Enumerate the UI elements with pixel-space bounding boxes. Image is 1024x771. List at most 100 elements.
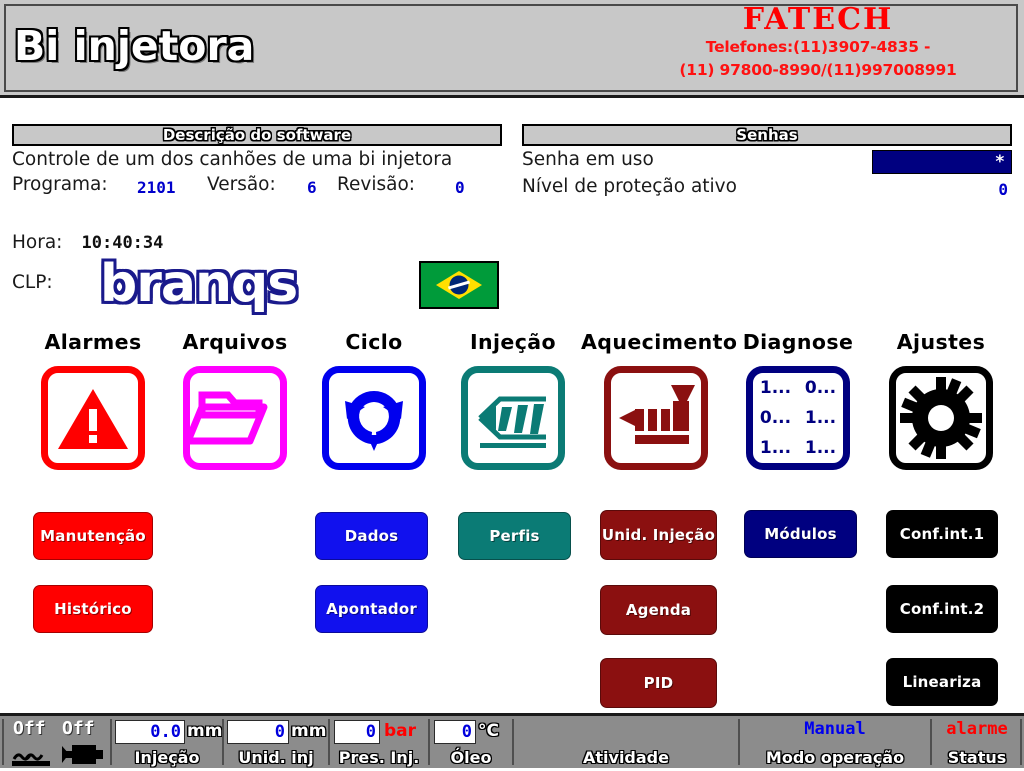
software-description-panel: Descrição do software Controle de um dos… xyxy=(12,124,502,200)
protection-level-label: Nível de proteção ativo xyxy=(522,176,737,197)
status-bar: Off Off 0.0 mm Injeção 0 mm Unid. inj 0 … xyxy=(0,713,1024,768)
button-lineariza[interactable]: Lineariza xyxy=(886,658,998,706)
menu-title-alarmes: Alarmes xyxy=(44,330,142,354)
passwords-panel-header: Senhas xyxy=(522,124,1012,146)
button-label: PID xyxy=(643,674,674,692)
brand-phone-line-1: Telefones:(11)3907-4835 - xyxy=(705,38,931,56)
matrix-cell-5: 1... xyxy=(804,438,837,458)
operation-mode-value: Manual xyxy=(804,719,866,739)
reading-oleo-label: Óleo xyxy=(450,748,492,767)
button-pid[interactable]: PID xyxy=(600,658,717,708)
program-version-row: Programa: 2101 Versão: 6 Revisão: 0 xyxy=(12,174,502,200)
button-apontador[interactable]: Apontador xyxy=(315,585,428,633)
menu-title-ajustes: Ajustes xyxy=(896,330,986,354)
software-panel-header: Descrição do software xyxy=(12,124,502,146)
motor-icon xyxy=(60,742,106,771)
brand-phone-line-2: (11) 97800-8990/(11)997008991 xyxy=(679,61,957,79)
heater-state-label: Off xyxy=(13,718,46,739)
button-label: Histórico xyxy=(54,600,132,618)
matrix-cell-1: 0... xyxy=(804,378,837,398)
status-value: alarme xyxy=(946,719,1008,739)
reading-oleo-value: 0 xyxy=(434,720,476,744)
menu-column-diagnose: Diagnose 1... 0... 0... 1... 1... 1... xyxy=(723,330,873,470)
gear-icon[interactable] xyxy=(889,366,993,470)
button-label: Perfis xyxy=(489,527,540,545)
menu-title-diagnose: Diagnose xyxy=(742,330,854,354)
button-label: Unid. Injeção xyxy=(601,526,716,544)
reading-unid-inj-unit: mm xyxy=(291,721,327,741)
button-agenda[interactable]: Agenda xyxy=(600,585,717,635)
heat-waves-icon xyxy=(10,743,52,771)
matrix-cell-4: 1... xyxy=(759,438,792,458)
app-header: Bi injetora FATECH Telefones:(11)3907-48… xyxy=(0,0,1024,98)
menu-column-aquecimento: Aquecimento xyxy=(581,330,737,470)
matrix-cell-0: 1... xyxy=(759,378,792,398)
cycle-arrows-icon[interactable] xyxy=(322,366,426,470)
button-manutencao[interactable]: Manutenção xyxy=(33,512,153,560)
reading-oleo: 0 °C Óleo xyxy=(430,716,512,768)
program-value[interactable]: 2101 xyxy=(137,178,176,197)
activity-cell: Atividade xyxy=(514,716,738,768)
password-in-use-field[interactable]: * xyxy=(872,150,1012,174)
menu-column-ajustes: Ajustes xyxy=(866,330,1016,470)
version-label: Versão: xyxy=(207,174,276,195)
button-label: Conf.int.2 xyxy=(899,600,985,618)
reading-unid-inj-label: Unid. inj xyxy=(238,748,314,767)
password-in-use-label: Senha em uso xyxy=(522,149,654,170)
revision-value[interactable]: 0 xyxy=(455,178,465,197)
reading-pres-inj-label: Pres. Inj. xyxy=(338,748,420,767)
menu-column-alarmes: Alarmes xyxy=(18,330,168,470)
button-conf-int-2[interactable]: Conf.int.2 xyxy=(886,585,998,633)
button-label: Apontador xyxy=(326,600,417,618)
extruder-barrel-icon[interactable] xyxy=(604,366,708,470)
software-description-row: Controle de um dos canhões de uma bi inj… xyxy=(12,149,502,174)
program-label: Programa: xyxy=(12,174,108,195)
reading-pres-inj-value: 0 xyxy=(334,720,380,744)
revision-label: Revisão: xyxy=(337,174,416,195)
reading-injecao-unit: mm xyxy=(187,721,223,741)
password-in-use-row: Senha em uso * xyxy=(522,149,1012,176)
time-label: Hora: xyxy=(12,232,63,253)
button-perfis[interactable]: Perfis xyxy=(458,512,571,560)
button-label: Dados xyxy=(344,527,399,545)
reading-injecao: 0.0 mm Injeção xyxy=(112,716,222,768)
software-description-text: Controle de um dos canhões de uma bi inj… xyxy=(12,149,453,170)
reading-oleo-unit: °C xyxy=(478,721,499,741)
open-folder-icon[interactable] xyxy=(183,366,287,470)
button-unid-injecao[interactable]: Unid. Injeção xyxy=(600,510,717,560)
menu-title-ciclo: Ciclo xyxy=(345,330,403,354)
reading-injecao-value: 0.0 xyxy=(115,720,185,744)
button-label: Conf.int.1 xyxy=(899,525,985,543)
menu-column-injecao: Injeção xyxy=(438,330,588,470)
hmi-screen: Bi injetora FATECH Telefones:(11)3907-48… xyxy=(0,0,1024,768)
button-conf-int-1[interactable]: Conf.int.1 xyxy=(886,510,998,558)
status-cell: alarme Status xyxy=(932,716,1022,768)
button-label: Módulos xyxy=(764,525,837,543)
warning-triangle-icon[interactable] xyxy=(41,366,145,470)
plc-label: CLP: xyxy=(12,272,53,293)
plc-brand-logo: branqs xyxy=(100,254,298,314)
version-value[interactable]: 6 xyxy=(307,178,317,197)
menu-column-ciclo: Ciclo xyxy=(299,330,449,470)
reading-unid-inj: 0 mm Unid. inj xyxy=(224,716,328,768)
reading-pres-inj-unit: bar xyxy=(384,721,417,741)
protection-level-row: Nível de proteção ativo 0 xyxy=(522,176,1012,202)
injection-profile-icon[interactable] xyxy=(461,366,565,470)
button-dados[interactable]: Dados xyxy=(315,512,428,560)
binary-matrix-icon[interactable]: 1... 0... 0... 1... 1... 1... xyxy=(746,366,850,470)
button-historico[interactable]: Histórico xyxy=(33,585,153,633)
menu-title-arquivos: Arquivos xyxy=(182,330,288,354)
button-label: Lineariza xyxy=(902,673,982,691)
matrix-cell-3: 1... xyxy=(804,408,837,428)
button-modulos[interactable]: Módulos xyxy=(744,510,857,558)
page-title: Bi injetora xyxy=(14,22,255,70)
button-label: Manutenção xyxy=(40,527,146,545)
button-label: Agenda xyxy=(625,601,692,619)
brazil-flag-icon xyxy=(419,261,499,309)
passwords-panel: Senhas Senha em uso * Nível de proteção … xyxy=(522,124,1012,202)
time-value: 10:40:34 xyxy=(81,233,164,253)
activity-label: Atividade xyxy=(583,748,669,767)
status-label: Status xyxy=(947,748,1007,767)
protection-level-value: 0 xyxy=(998,180,1008,199)
reading-injecao-label: Injeção xyxy=(134,748,200,767)
